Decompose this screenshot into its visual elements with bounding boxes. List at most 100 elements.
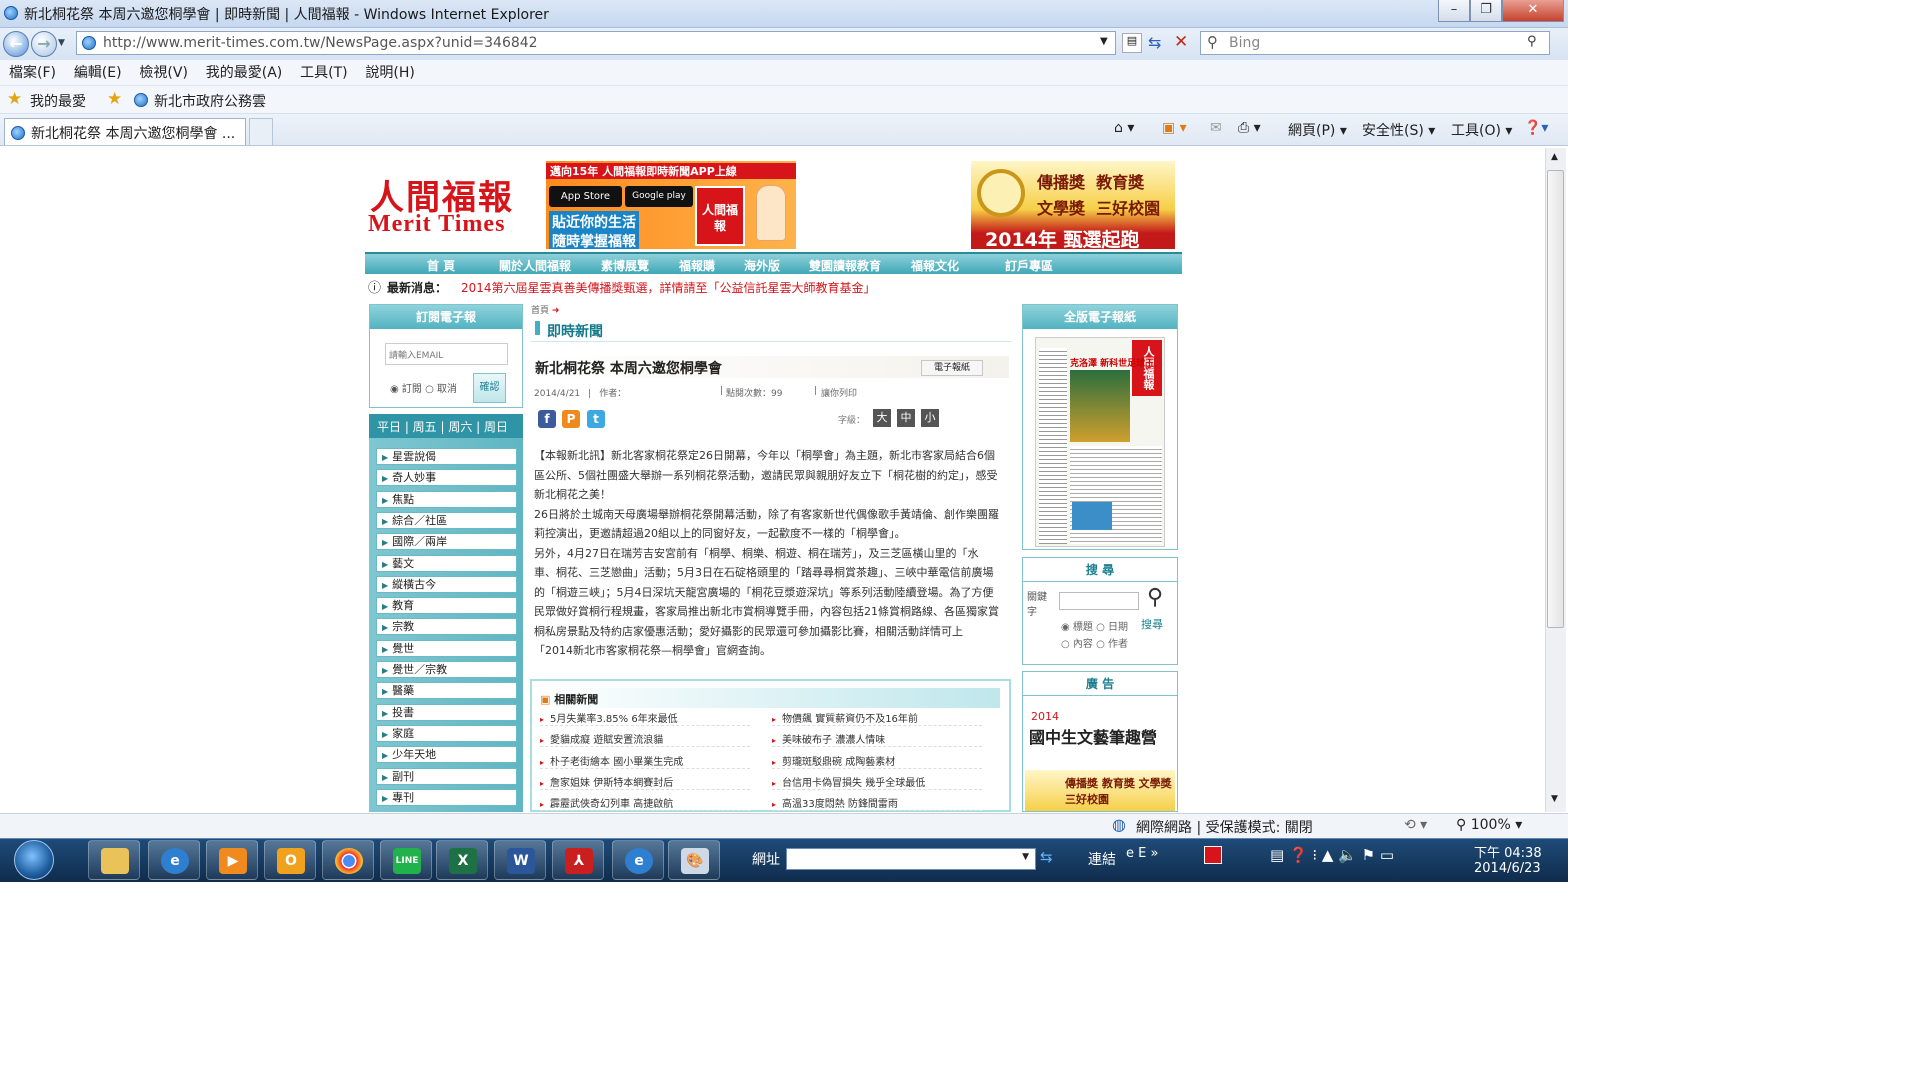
new-tab-button[interactable] bbox=[249, 118, 273, 145]
tray-ie-icon[interactable]: e E » bbox=[1126, 846, 1158, 861]
email-input[interactable]: 請輸入EMAIL bbox=[385, 343, 508, 365]
mail-icon[interactable]: ✉ bbox=[1210, 120, 1222, 136]
prize-banner-ad[interactable]: 傳播獎 教育獎 文學獎 三好校園 2014年 甄選起跑 bbox=[971, 161, 1175, 249]
category-item[interactable]: ▶ 奇人妙事 bbox=[376, 469, 517, 487]
category-item[interactable]: ▶ 焦點 bbox=[376, 490, 517, 508]
taskbar-media[interactable]: ▶ bbox=[206, 840, 258, 880]
app-banner-ad[interactable]: 邁向15年 人間福報即時新聞APP上線 App Store Google pla… bbox=[546, 161, 796, 249]
ad-prize-banner[interactable]: 傳播獎 教育獎 文學獎 三好校園 bbox=[1025, 770, 1175, 811]
related-news-item[interactable]: ▸ 愛貓成癡 遊賦安置流浪貓 bbox=[540, 731, 750, 748]
links-toolbar[interactable]: 連結 bbox=[1088, 849, 1116, 869]
stop-icon[interactable]: ✕ bbox=[1174, 32, 1188, 52]
taskbar-outlook[interactable]: O bbox=[264, 840, 316, 880]
category-item[interactable]: ▶ 醫藥 bbox=[376, 682, 517, 700]
keyword-input[interactable] bbox=[1059, 592, 1139, 610]
category-item[interactable]: ▶ 宗教 bbox=[376, 618, 517, 636]
category-item[interactable]: ▶ 覺世 bbox=[376, 639, 517, 657]
menu-help[interactable]: 說明(H) bbox=[365, 60, 414, 86]
nav-education[interactable]: 雙園讀報教育 bbox=[809, 257, 881, 274]
related-news-item[interactable]: ▸ 5月失業率3.85% 6年來最低 bbox=[540, 710, 750, 726]
nav-culture[interactable]: 福報文化 bbox=[911, 257, 959, 274]
related-news-item[interactable]: ▸ 剪瓏斑駁鼎碗 成陶藝素材 bbox=[772, 753, 982, 769]
tools-menu[interactable]: 工具(O) ▾ bbox=[1451, 120, 1512, 140]
subscribe-confirm-button[interactable]: 確認 bbox=[473, 373, 506, 403]
back-button[interactable]: ← bbox=[3, 31, 29, 57]
menu-tools[interactable]: 工具(T) bbox=[300, 60, 347, 86]
radio-cancel[interactable]: ○ bbox=[425, 384, 434, 395]
menu-file[interactable]: 檔案(F) bbox=[9, 60, 56, 86]
home-icon[interactable]: ⌂ ▾ bbox=[1114, 120, 1134, 136]
go-icon[interactable]: ⇆ bbox=[1040, 848, 1062, 870]
search-field-options[interactable]: ◉ 標題 ○ 日期 bbox=[1061, 618, 1128, 633]
radio-subscribe[interactable]: ◉ bbox=[390, 384, 399, 395]
help-icon[interactable]: ❓▾ bbox=[1524, 120, 1548, 136]
category-item[interactable]: ▶ 國際／兩岸 bbox=[376, 533, 517, 551]
menu-view[interactable]: 檢視(V) bbox=[139, 60, 188, 86]
related-news-item[interactable]: ▸ 詹家姐妹 伊斯特本網賽封后 bbox=[540, 774, 750, 790]
zoom-level[interactable]: ⚲ 100% ▾ bbox=[1456, 817, 1522, 833]
breadcrumb[interactable]: 首頁 ➜ bbox=[531, 303, 559, 316]
maximize-button[interactable]: ❐ bbox=[1470, 0, 1502, 22]
category-item[interactable]: ▶ 投書 bbox=[376, 703, 517, 721]
search-box[interactable]: ⚲ Bing ⚲ bbox=[1200, 31, 1550, 55]
googleplay-badge[interactable]: Google play bbox=[625, 186, 693, 207]
taskbar-explorer[interactable] bbox=[88, 840, 140, 880]
add-favorite-icon[interactable]: ★ bbox=[107, 89, 122, 109]
taskbar-chrome[interactable] bbox=[322, 840, 374, 880]
category-item[interactable]: ▶ 縱橫古今 bbox=[376, 575, 517, 593]
minimize-button[interactable]: – bbox=[1438, 0, 1470, 22]
taskbar-line[interactable]: LINE bbox=[380, 840, 432, 880]
category-item[interactable]: ▶ 覺世／宗教 bbox=[376, 661, 517, 678]
taskbar-excel[interactable]: X bbox=[436, 840, 488, 880]
font-large-button[interactable]: 大 bbox=[873, 409, 891, 427]
search-go-icon[interactable]: ⚲ bbox=[1527, 34, 1537, 49]
tray-icons[interactable]: ▤ ❓ ⁝ ▲ 🔈 ⚑ ▭ bbox=[1270, 846, 1394, 864]
appstore-badge[interactable]: App Store bbox=[549, 186, 622, 207]
address-bar[interactable]: http://www.merit-times.com.tw/NewsPage.a… bbox=[76, 31, 1116, 55]
category-item[interactable]: ▶ 星雲說偈 bbox=[376, 448, 517, 465]
clock-date[interactable]: 2014/6/23 bbox=[1474, 861, 1541, 876]
start-button[interactable] bbox=[14, 840, 54, 880]
category-item[interactable]: ▶ 副刊 bbox=[376, 767, 517, 785]
site-logo-english[interactable]: Merit Times bbox=[368, 211, 505, 238]
compat-view-icon[interactable]: ▤ bbox=[1122, 33, 1142, 53]
related-news-item[interactable]: ▸ 台信用卡偽冒損失 幾乎全球最低 bbox=[772, 774, 982, 790]
address-dropdown-icon[interactable]: ▼ bbox=[1100, 36, 1108, 47]
epaper-thumbnail[interactable]: 人間福報 克洛澤 新科世足球王 bbox=[1035, 337, 1165, 547]
taskbar-ie[interactable]: e bbox=[148, 840, 200, 880]
font-small-button[interactable]: 小 bbox=[921, 409, 939, 427]
ad-headline[interactable]: 國中生文藝筆趣營 bbox=[1029, 724, 1157, 748]
nav-exhibition[interactable]: 素博展覽 bbox=[601, 257, 649, 274]
taskbar-ie-window[interactable]: e bbox=[612, 840, 664, 880]
tray-app-icon[interactable] bbox=[1204, 846, 1222, 864]
magnifier-icon[interactable]: ⚲ bbox=[1141, 586, 1169, 612]
category-item[interactable]: ▶ 教育 bbox=[376, 597, 517, 615]
related-news-item[interactable]: ▸ 美味破布子 濃濃人情味 bbox=[772, 731, 982, 748]
plurk-share-icon[interactable]: P bbox=[562, 410, 580, 428]
ticker-text[interactable]: 2014第六屆星雲真善美傳播獎甄選，詳情請至「公益信託星雲大師教育基金」 bbox=[461, 279, 876, 296]
related-news-item[interactable]: ▸ 物價飆 實質薪資仍不及16年前 bbox=[772, 710, 982, 726]
font-medium-button[interactable]: 中 bbox=[897, 409, 915, 427]
print-icon[interactable]: ⎙ ▾ bbox=[1238, 120, 1261, 136]
close-button[interactable]: ✕ bbox=[1502, 0, 1564, 22]
category-item[interactable]: ▶ 專刊 bbox=[376, 788, 517, 806]
favorite-link[interactable]: 新北市政府公務雲 bbox=[154, 91, 266, 111]
forward-button[interactable]: → bbox=[31, 31, 57, 57]
tab-active[interactable]: 新北桐花祭 本周六邀您桐學會 ... bbox=[4, 118, 246, 145]
taskbar-address-input[interactable]: ▼ bbox=[786, 848, 1036, 870]
taskbar-word[interactable]: W bbox=[494, 840, 546, 880]
favorites-button[interactable]: 我的最愛 bbox=[30, 91, 86, 111]
clock-time[interactable]: 下午 04:38 bbox=[1474, 842, 1542, 861]
edition-days[interactable]: 平日 | 周五 | 周六 | 周日 bbox=[369, 414, 523, 438]
menu-favorites[interactable]: 我的最愛(A) bbox=[206, 60, 283, 86]
search-submit-button[interactable]: 搜尋 bbox=[1141, 616, 1169, 632]
twitter-share-icon[interactable]: t bbox=[587, 410, 605, 428]
taskbar-paint[interactable]: 🎨 bbox=[668, 840, 720, 880]
related-news-item[interactable]: ▸ 高溫33度悶熱 防鋒間雷雨 bbox=[772, 795, 982, 812]
nav-subscribers[interactable]: 訂戶專區 bbox=[1005, 257, 1053, 274]
category-item[interactable]: ▶ 家庭 bbox=[376, 724, 517, 742]
zone-status[interactable]: 網際網路 | 受保護模式: 關閉 bbox=[1136, 817, 1313, 837]
related-news-item[interactable]: ▸ 朴子老街繪本 國小畢業生完成 bbox=[540, 753, 750, 769]
nav-shop[interactable]: 福報購 bbox=[679, 257, 715, 274]
scroll-up-icon[interactable]: ▲ bbox=[1551, 152, 1558, 162]
